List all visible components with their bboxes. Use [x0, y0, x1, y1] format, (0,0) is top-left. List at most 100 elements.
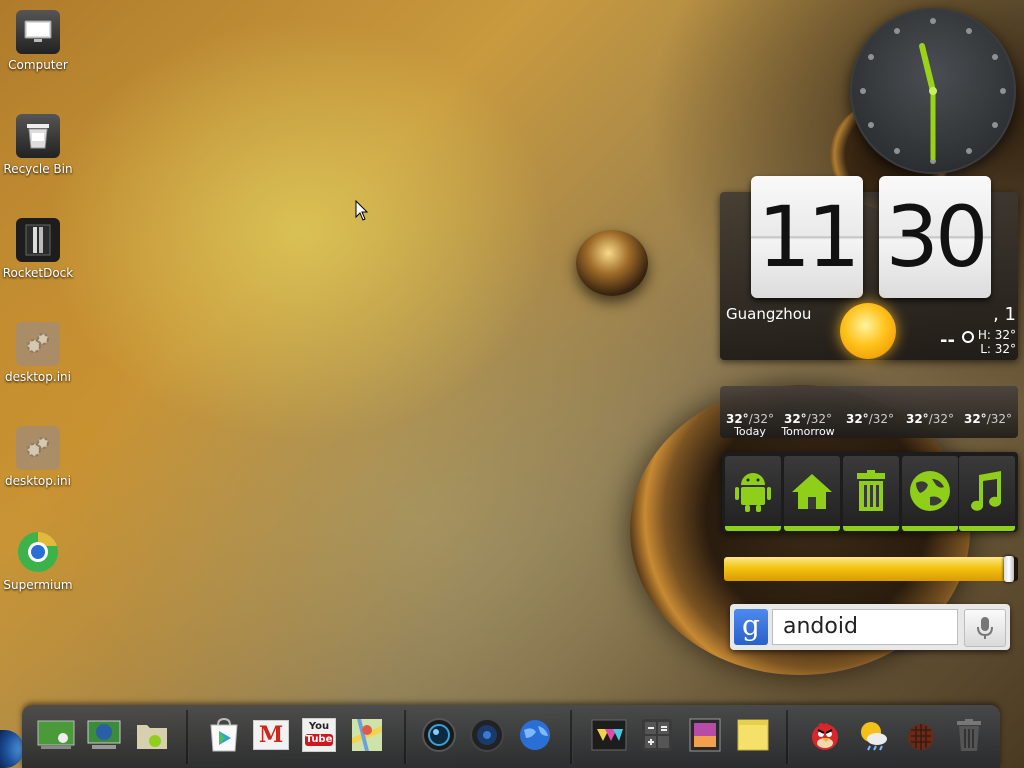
dock-item-youtube[interactable]: You Tube	[300, 717, 338, 753]
sun-icon	[840, 303, 896, 359]
angry-birds-icon	[812, 723, 838, 750]
supermium-browser-icon	[16, 530, 60, 574]
clock-hour: 11	[751, 176, 863, 298]
calculator-icon	[642, 719, 672, 751]
music-icon	[971, 471, 1002, 511]
home-shortcut-button[interactable]	[784, 456, 840, 531]
analog-clock-widget[interactable]	[850, 8, 1016, 174]
android-folder-icon	[137, 725, 167, 749]
desktop-icon-label: desktop.ini	[5, 370, 71, 384]
youtube-label-bottom: Tube	[305, 734, 333, 746]
settings-file-icon	[16, 322, 60, 366]
forecast-low: /32°	[868, 412, 894, 426]
android-screen-icon	[37, 720, 75, 749]
dock-separator	[786, 710, 789, 764]
start-button[interactable]	[0, 730, 24, 768]
settings-file-icon	[16, 426, 60, 470]
desktop-icon-label: Computer	[8, 58, 68, 72]
dock-item-android-screen[interactable]	[37, 717, 75, 753]
search-input[interactable]: andoid	[772, 609, 958, 645]
gmail-letter: M	[258, 722, 284, 748]
dock-item-play-store[interactable]	[205, 717, 243, 753]
mouse-cursor-icon	[355, 200, 369, 221]
google-logo-icon[interactable]: g	[734, 609, 768, 645]
recycle-bin-icon	[16, 114, 60, 158]
desktop-icon-computer[interactable]: Computer	[2, 10, 74, 72]
trash-icon	[857, 470, 885, 511]
notes-icon	[737, 719, 769, 751]
desktop-icon-supermium[interactable]: Supermium	[2, 530, 74, 592]
android-shortcut-button[interactable]	[725, 456, 781, 531]
forecast-day-label: Tomorrow	[781, 425, 835, 438]
desktop-icon-desktop-ini[interactable]: desktop.ini	[2, 426, 74, 488]
maps-icon	[352, 719, 382, 751]
forecast-day-label: Today	[734, 425, 766, 438]
desktop-icon-label: RocketDock	[2, 266, 74, 280]
dock-item-gmail[interactable]: M	[252, 717, 290, 753]
clock-minute: 30	[879, 176, 991, 298]
dock-item-angry-birds[interactable]	[806, 717, 844, 753]
gallery-icon	[689, 718, 721, 752]
weather-city: Guangzhou	[726, 305, 812, 323]
dock-item-maps[interactable]	[348, 717, 386, 753]
globe-icon	[910, 471, 950, 511]
trash-can-icon	[957, 719, 981, 751]
current-temp: --	[940, 330, 955, 351]
media-store-icon	[591, 719, 627, 751]
desktop-icon-desktop-ini[interactable]: desktop.ini	[2, 322, 74, 384]
forecast-day: 32°/32° Tomorrow	[778, 412, 838, 438]
dock-item-browser[interactable]	[516, 717, 554, 753]
forecast-low: /32°	[748, 412, 774, 426]
gmail-icon: M	[253, 720, 289, 750]
forecast-high: 32°	[725, 412, 749, 426]
dock-item-calculator[interactable]	[638, 717, 676, 753]
dock-item-speaker[interactable]	[468, 717, 506, 753]
music-shortcut-button[interactable]	[959, 456, 1015, 531]
weather-app-icon	[861, 722, 887, 751]
forecast-low: /32°	[806, 412, 832, 426]
dock-item-notes[interactable]	[734, 717, 772, 753]
dock-separator	[404, 710, 407, 764]
forecast-low: /32°	[928, 412, 954, 426]
dock-item-media-store[interactable]	[590, 717, 628, 753]
degree-icon	[962, 331, 974, 343]
computer-icon	[16, 10, 60, 54]
dock-item-camera[interactable]	[420, 717, 458, 753]
play-store-icon	[210, 717, 238, 752]
progress-bar[interactable]	[724, 556, 1018, 582]
home-icon	[792, 474, 832, 509]
forecast-day: 32°/32°	[840, 412, 900, 426]
browser-globe-icon	[520, 720, 550, 750]
progress-fill	[724, 557, 1010, 581]
weather-low: L: 32°	[980, 342, 1016, 356]
rocketdock-icon	[16, 218, 60, 262]
desktop-icon-recycle-bin[interactable]: Recycle Bin	[2, 114, 74, 176]
desktop-icon-label: Recycle Bin	[3, 162, 73, 176]
desktop-icon-label: desktop.ini	[5, 474, 71, 488]
dock-item-android-folder[interactable]	[133, 717, 171, 753]
youtube-label-top: You	[308, 721, 330, 732]
forecast-high: 32°	[845, 412, 869, 426]
microphone-icon	[977, 617, 993, 639]
globe-shortcut-button[interactable]	[902, 456, 958, 531]
trash-shortcut-button[interactable]	[843, 456, 899, 531]
dock-separator	[570, 710, 573, 764]
desktop-icon-rocketdock[interactable]: RocketDock	[2, 218, 74, 280]
dock-item-network[interactable]	[85, 717, 123, 753]
dock-item-trash[interactable]	[950, 717, 988, 753]
dock-separator	[186, 710, 189, 764]
dock-item-basket[interactable]	[902, 717, 940, 753]
clock-hands	[919, 43, 937, 161]
decorative-orb	[576, 230, 648, 296]
weather-high: H: 32°	[977, 328, 1016, 342]
voice-search-button[interactable]	[964, 609, 1006, 647]
dock-item-gallery[interactable]	[686, 717, 724, 753]
progress-knob[interactable]	[1004, 556, 1015, 582]
forecast-day: 32°/32° Today	[720, 412, 780, 438]
dock-item-weather[interactable]	[854, 717, 892, 753]
android-icon	[735, 473, 771, 512]
basket-icon	[908, 724, 934, 750]
camera-lens-icon	[422, 718, 456, 752]
forecast-day: 32°/32°	[958, 412, 1018, 426]
speaker-icon	[470, 718, 504, 752]
